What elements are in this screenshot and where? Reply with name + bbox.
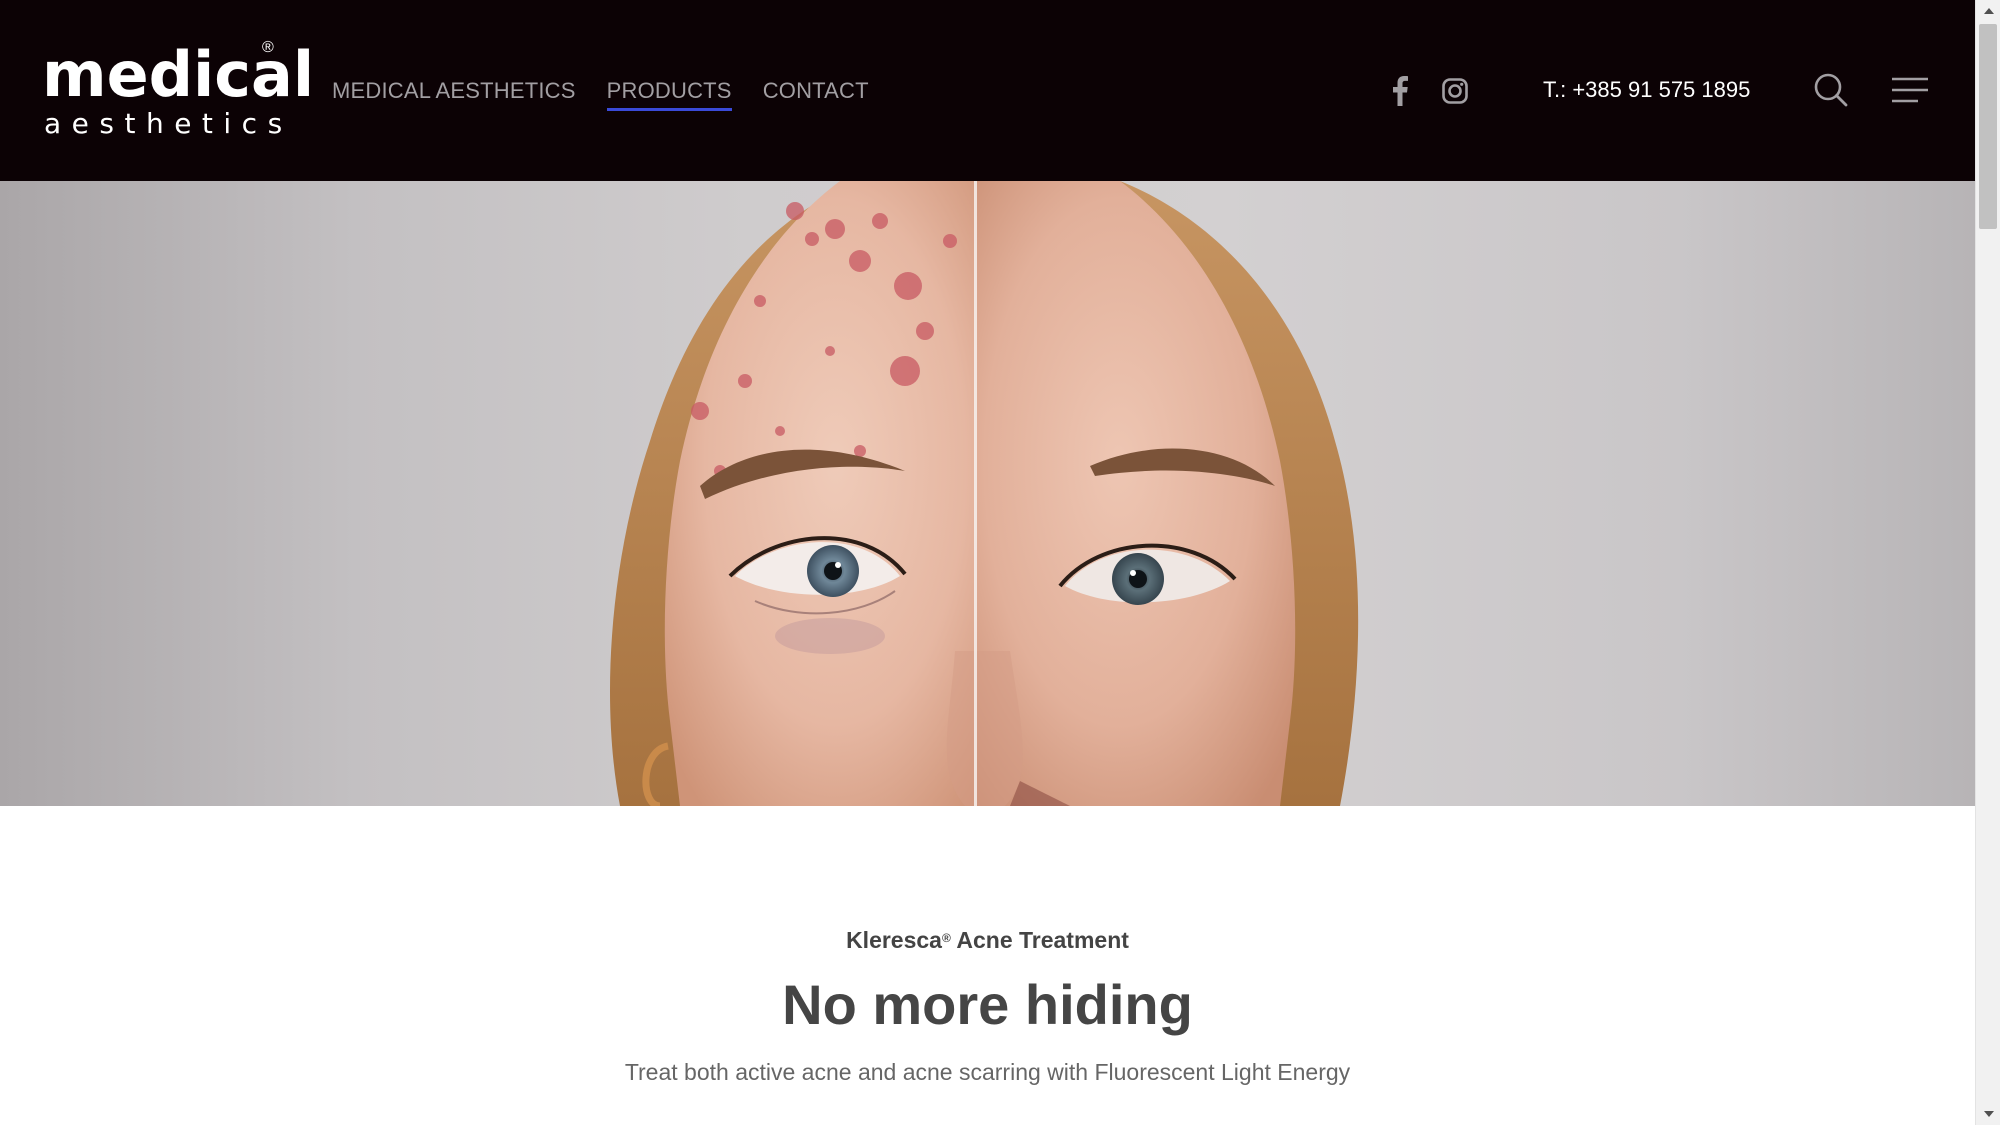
page-headline: No more hiding <box>782 973 1193 1036</box>
facebook-icon[interactable] <box>1383 74 1417 108</box>
vertical-scrollbar[interactable] <box>1975 0 2000 1125</box>
page: medical aesthetics ® MEDICAL AESTHETICS … <box>0 0 1975 1125</box>
logo-sub-text: aesthetics <box>44 107 293 140</box>
instagram-glyph <box>1442 78 1468 104</box>
scroll-up-glyph <box>1983 8 1994 14</box>
facebook-glyph <box>1393 76 1408 106</box>
hamburger-menu-icon[interactable] <box>1886 66 1934 114</box>
scroll-down-glyph <box>1983 1111 1994 1117</box>
scroll-down-arrow-icon[interactable] <box>1976 1103 2000 1125</box>
phone-link[interactable]: T.: +385 91 575 1895 <box>1543 72 1750 108</box>
product-eyebrow: Kleresca® Acne Treatment <box>0 925 1975 955</box>
site-logo[interactable]: medical aesthetics ® <box>42 39 314 150</box>
search-glyph <box>1814 73 1848 107</box>
eyebrow-registered-mark: ® <box>941 931 951 945</box>
eyebrow-brand: Kleresca <box>846 927 942 953</box>
nav-item-medical-aesthetics[interactable]: MEDICAL AESTHETICS <box>332 74 576 108</box>
scrollbar-thumb[interactable] <box>1979 24 1997 229</box>
nav-item-contact[interactable]: CONTACT <box>763 74 869 108</box>
instagram-icon[interactable] <box>1438 74 1472 108</box>
intro-section: Kleresca® Acne Treatment No more hiding … <box>0 806 1975 1125</box>
hero-banner <box>0 181 1975 806</box>
logo-registered-mark: ® <box>262 39 274 56</box>
search-icon[interactable] <box>1807 66 1855 114</box>
nav-item-products[interactable]: PRODUCTS <box>606 74 732 111</box>
page-subline: Treat both active acne and acne scarring… <box>624 1059 1351 1085</box>
eyebrow-rest: Acne Treatment <box>950 927 1129 953</box>
menu-glyph <box>1892 77 1928 103</box>
site-header: medical aesthetics ® MEDICAL AESTHETICS … <box>0 0 1975 181</box>
before-after-face-image <box>610 181 1359 806</box>
scroll-up-arrow-icon[interactable] <box>1976 0 2000 22</box>
main-nav: MEDICAL AESTHETICS PRODUCTS CONTACT <box>332 74 869 111</box>
